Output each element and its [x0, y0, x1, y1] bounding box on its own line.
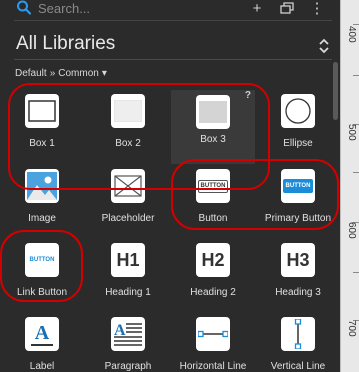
paragraph-icon: A [111, 317, 145, 351]
heading-3-glyph: H3 [286, 249, 310, 270]
heading-2-icon: H2 [196, 243, 230, 277]
search-icon[interactable] [16, 0, 32, 16]
breadcrumb-current[interactable]: Common [58, 68, 99, 79]
search-input[interactable] [38, 0, 238, 16]
library-item-paragraph[interactable]: A Paragraph [86, 317, 170, 372]
heading-2-glyph: H2 [201, 249, 225, 270]
library-item-vertical-line[interactable]: Vertical Line [256, 317, 340, 372]
vertical-ruler [340, 0, 359, 372]
breadcrumb-separator: » [49, 68, 56, 79]
library-select[interactable]: All Libraries [16, 33, 330, 59]
copy-button[interactable] [278, 0, 296, 16]
ruler-mark-500: 500 [346, 124, 357, 141]
library-item-heading-3[interactable]: H3 Heading 3 [256, 243, 340, 315]
library-panel: + ⋮ All Libraries Default » Common ▾ Box… [0, 0, 340, 372]
ruler-tick [353, 24, 359, 25]
annotation-circle-buttons [171, 159, 339, 230]
label-icon: A [25, 317, 59, 351]
breadcrumb[interactable]: Default » Common ▾ [15, 68, 107, 79]
copy-icon [280, 2, 294, 14]
library-item-heading-2[interactable]: H2 Heading 2 [171, 243, 255, 315]
horizontal-line-icon [196, 317, 230, 351]
item-label: Vertical Line [270, 361, 326, 372]
label-glyph: A [34, 321, 50, 344]
more-vertical-icon: ⋮ [309, 0, 325, 17]
breadcrumb-root[interactable]: Default [15, 68, 47, 79]
plus-icon: + [252, 0, 262, 17]
ruler-mark-600: 600 [346, 222, 357, 239]
ruler-mark-400: 400 [346, 26, 357, 43]
heading-3-icon: H3 [281, 243, 315, 277]
ruler-tick [353, 272, 359, 273]
library-item-horizontal-line[interactable]: Horizontal Line [171, 317, 255, 372]
heading-1-icon: H1 [111, 243, 145, 277]
library-item-label[interactable]: A Label [0, 317, 84, 372]
library-item-heading-1[interactable]: H1 Heading 1 [86, 243, 170, 315]
heading-1-glyph: H1 [116, 249, 140, 270]
vertical-line-icon [281, 317, 315, 351]
item-label: Heading 3 [275, 287, 321, 298]
ruler-tick [353, 172, 359, 173]
ruler-tick [353, 75, 359, 76]
ellipse-icon [281, 94, 315, 128]
search-divider [14, 20, 332, 21]
underline [31, 343, 53, 346]
add-library-button[interactable]: + [248, 0, 266, 17]
library-title: All Libraries [16, 33, 116, 54]
library-divider [14, 59, 332, 60]
more-options-button[interactable]: ⋮ [308, 0, 326, 17]
chevron-updown-icon [319, 38, 329, 54]
annotation-circle-link-button [0, 230, 83, 302]
chevron-down-icon: ▾ [101, 68, 107, 79]
ruler-mark-700: 700 [346, 320, 357, 337]
search-bar: + ⋮ [0, 0, 340, 20]
